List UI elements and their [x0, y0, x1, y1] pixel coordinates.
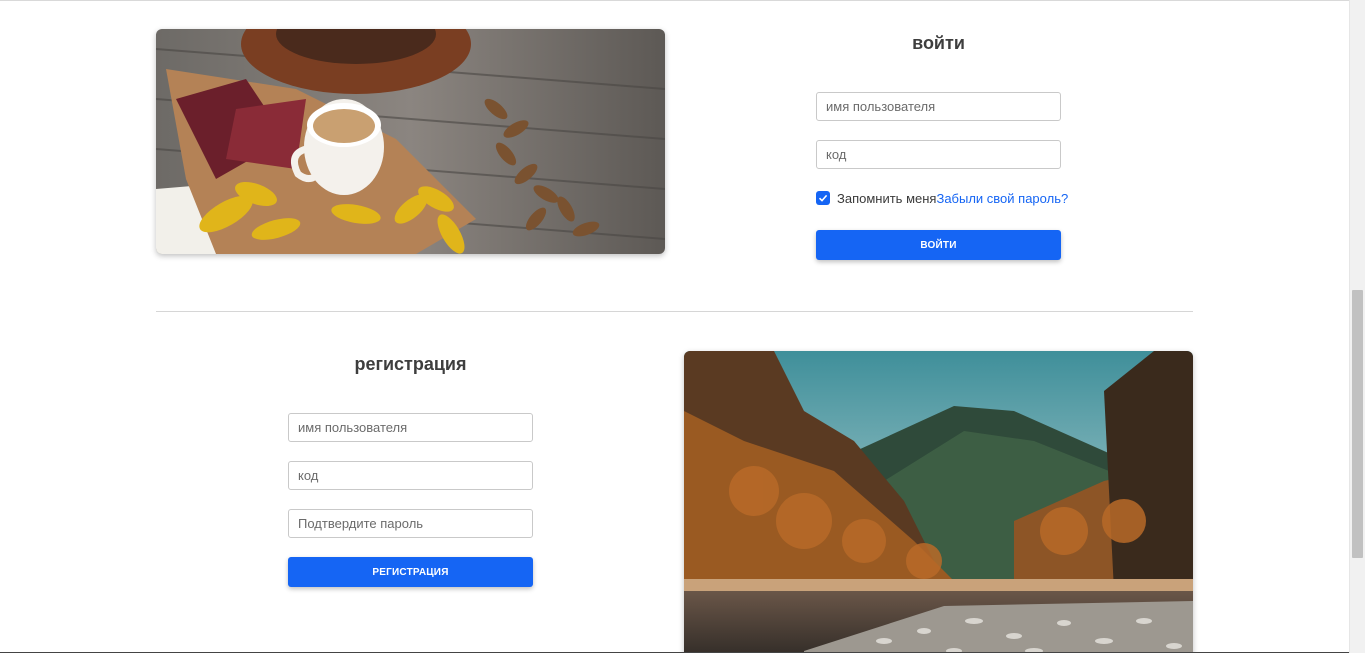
register-title: регистрация: [354, 354, 467, 374]
scrollbar-thumb[interactable]: [1352, 290, 1363, 558]
auth-page: войти Запомнить меня Забыли свой пароль?…: [0, 0, 1365, 653]
login-username-input[interactable]: [816, 92, 1061, 121]
remember-checkbox[interactable]: [816, 191, 830, 205]
login-title: войти: [912, 33, 965, 53]
register-password-input[interactable]: [288, 461, 533, 490]
forgot-password-link[interactable]: Забыли свой пароль?: [936, 191, 1068, 206]
top-border: [0, 0, 1349, 1]
register-button[interactable]: регистрация: [288, 557, 533, 587]
login-password-input[interactable]: [816, 140, 1061, 169]
section-divider: [156, 311, 1193, 312]
remember-row: Запомнить меня Забыли свой пароль?: [816, 190, 1068, 206]
autumn-mountain-photo: [684, 351, 1193, 653]
checkmark-icon: [818, 194, 828, 202]
register-username-input[interactable]: [288, 413, 533, 442]
vertical-scrollbar[interactable]: [1349, 0, 1365, 653]
login-button[interactable]: войти: [816, 230, 1061, 260]
remember-label[interactable]: Запомнить меня: [837, 191, 936, 206]
register-confirm-input[interactable]: [288, 509, 533, 538]
coffee-autumn-photo: [156, 29, 665, 254]
